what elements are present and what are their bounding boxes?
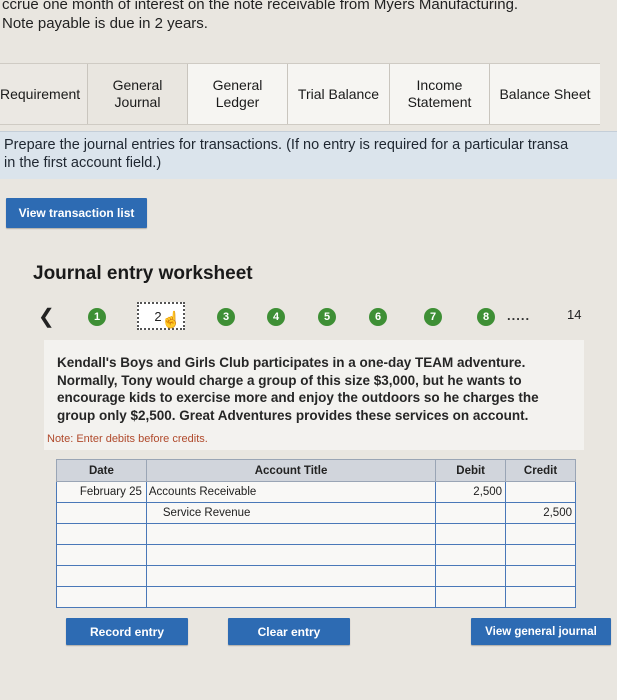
debit-cell[interactable] <box>435 565 507 587</box>
hand-cursor-icon: ☝ <box>161 312 181 329</box>
account-cell[interactable] <box>145 544 437 566</box>
transaction-panel: Kendall's Boys and Girls Club participat… <box>44 340 584 450</box>
worksheet-pager: ❮ 1 2 ☝ 3 4 5 6 7 8 ..... 14 <box>0 300 617 332</box>
table-row: February 25 Accounts Receivable 2,500 <box>56 481 576 503</box>
step-6[interactable]: 6 <box>369 308 387 326</box>
tab-label: General Journal <box>112 77 163 110</box>
debit-cell[interactable] <box>435 502 507 524</box>
record-entry-button[interactable]: Record entry <box>66 618 188 645</box>
date-cell[interactable] <box>56 565 147 587</box>
header-line-2: Note payable is due in 2 years. <box>2 15 208 32</box>
debit-cell[interactable] <box>435 523 507 545</box>
instructions-line-1: Prepare the journal entries for transact… <box>4 137 569 153</box>
table-header-row: Date Account Title Debit Credit <box>56 459 576 482</box>
tab-label: Requirement <box>0 85 81 102</box>
instructions-line-2: in the first account field.) <box>4 155 162 171</box>
step-7[interactable]: 7 <box>424 308 442 326</box>
table-row: Service Revenue 2,500 <box>56 502 576 524</box>
account-cell[interactable]: Service Revenue <box>145 502 437 524</box>
tab-label: Income Statement <box>407 77 472 110</box>
transaction-narrative: Kendall's Boys and Girls Club participat… <box>57 355 539 423</box>
table-row <box>56 586 576 608</box>
date-cell[interactable] <box>56 544 147 566</box>
step-8[interactable]: 8 <box>477 308 495 326</box>
step-last[interactable]: 14 <box>567 307 581 322</box>
tab-general-ledger[interactable]: General Ledger <box>188 64 288 124</box>
credit-cell[interactable] <box>505 565 576 587</box>
step-1[interactable]: 1 <box>88 308 106 326</box>
account-header: Account Title <box>145 459 437 482</box>
chevron-left-icon[interactable]: ❮ <box>38 304 55 329</box>
tab-trial-balance[interactable]: Trial Balance <box>288 64 390 124</box>
credit-cell[interactable] <box>505 523 576 545</box>
worksheet-title: Journal entry worksheet <box>33 263 253 284</box>
clear-entry-button[interactable]: Clear entry <box>228 618 350 645</box>
requirement-tabs: Requirement General Journal General Ledg… <box>0 63 600 125</box>
header-line-1: ccrue one month of interest on the note … <box>2 0 519 13</box>
table-row <box>56 544 576 566</box>
table-row <box>56 523 576 545</box>
step-5[interactable]: 5 <box>318 308 336 326</box>
debit-cell[interactable]: 2,500 <box>435 481 507 503</box>
credit-cell[interactable] <box>505 481 576 503</box>
table-row <box>56 565 576 587</box>
tab-income-statement[interactable]: Income Statement <box>390 64 490 124</box>
credit-cell[interactable] <box>505 544 576 566</box>
tab-requirement[interactable]: Requirement <box>0 64 88 124</box>
account-cell[interactable]: Accounts Receivable <box>145 481 437 503</box>
date-header: Date <box>56 459 147 482</box>
tab-label: Trial Balance <box>297 85 380 102</box>
view-general-journal-button[interactable]: View general journal <box>471 618 611 645</box>
credit-header: Credit <box>505 459 576 482</box>
tab-general-journal[interactable]: General Journal <box>88 64 188 124</box>
tab-balance-sheet[interactable]: Balance Sheet <box>490 64 600 124</box>
debit-header: Debit <box>435 459 507 482</box>
account-cell[interactable] <box>145 586 437 608</box>
credit-cell[interactable]: 2,500 <box>505 502 576 524</box>
date-cell[interactable]: February 25 <box>56 481 147 503</box>
tab-label: General Ledger <box>212 77 263 110</box>
journal-entry-table: Date Account Title Debit Credit February… <box>56 459 576 608</box>
instructions-box: Prepare the journal entries for transact… <box>0 131 617 179</box>
pager-ellipsis: ..... <box>507 308 531 323</box>
credit-cell[interactable] <box>505 586 576 608</box>
account-cell[interactable] <box>145 565 437 587</box>
tab-label: Balance Sheet <box>499 85 591 102</box>
debit-cell[interactable] <box>435 544 507 566</box>
date-cell[interactable] <box>56 586 147 608</box>
account-cell[interactable] <box>145 523 437 545</box>
date-cell[interactable] <box>56 502 147 524</box>
step-3[interactable]: 3 <box>217 308 235 326</box>
date-cell[interactable] <box>56 523 147 545</box>
entry-note: Note: Enter debits before credits. <box>47 433 208 445</box>
step-4[interactable]: 4 <box>267 308 285 326</box>
debit-cell[interactable] <box>435 586 507 608</box>
view-transaction-list-button[interactable]: View transaction list <box>6 198 147 228</box>
page-header-text: ccrue one month of interest on the note … <box>0 0 617 33</box>
